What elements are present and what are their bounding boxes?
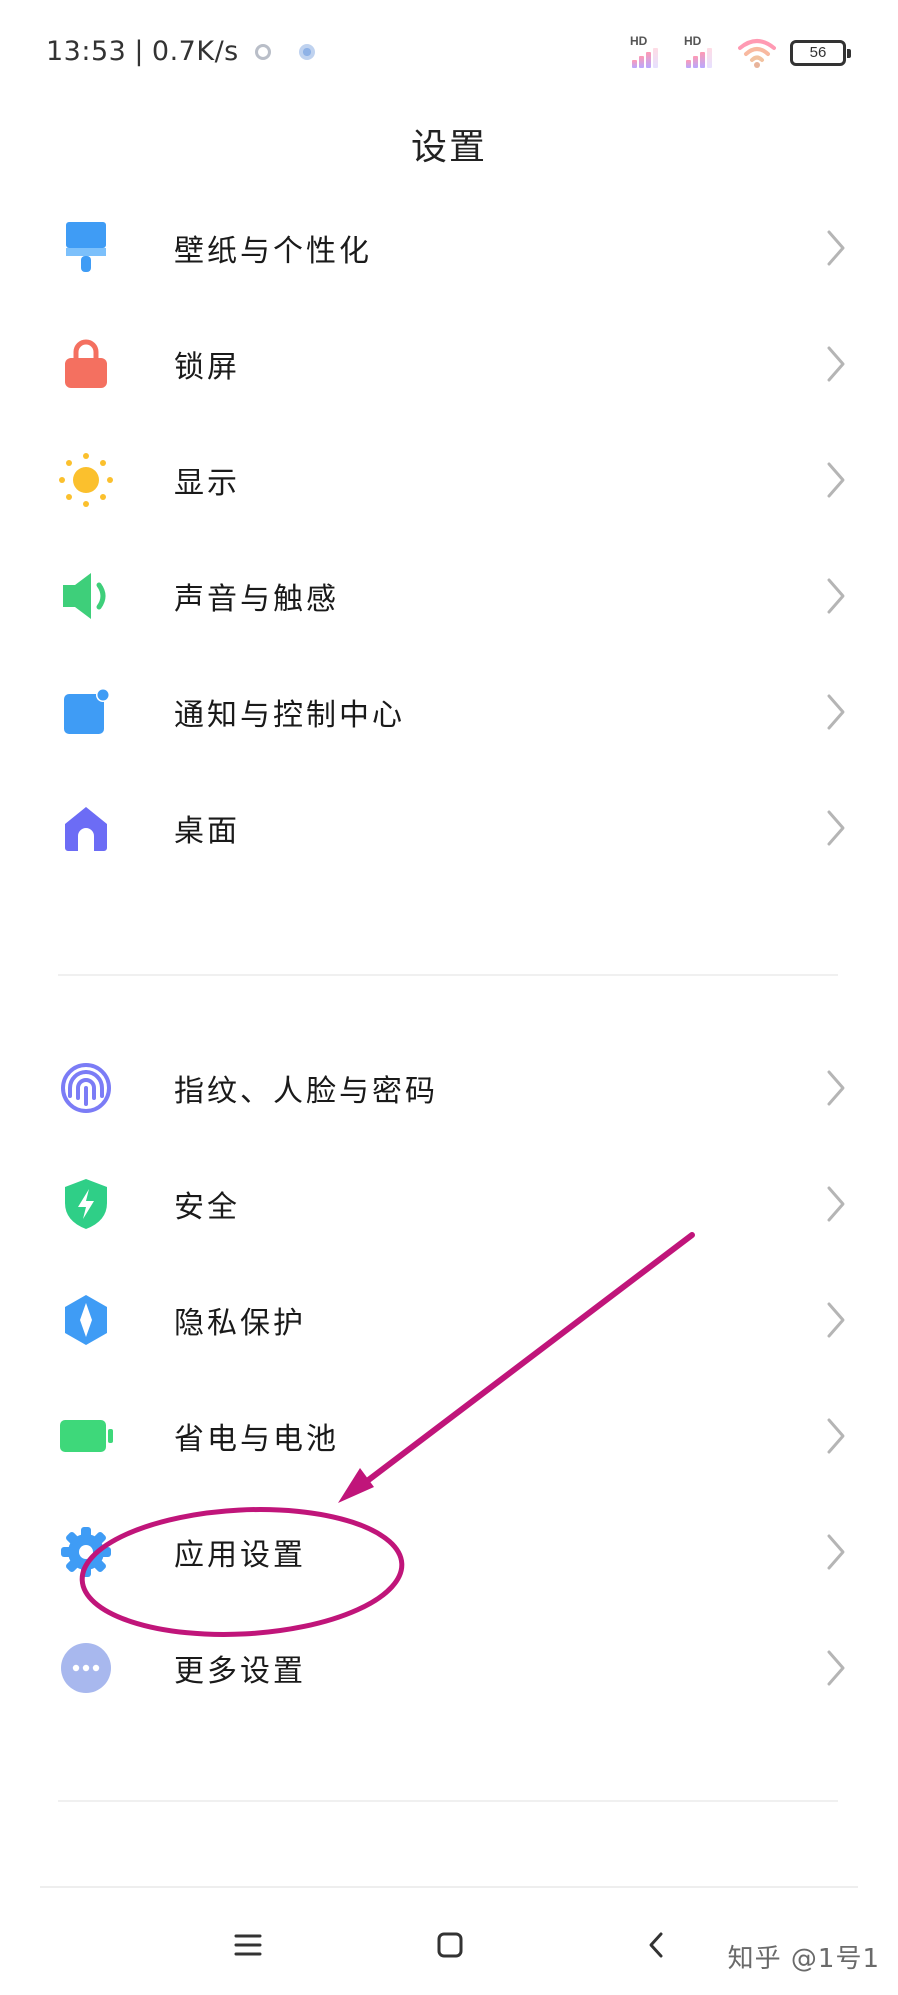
signal-sim2-icon: HD — [684, 34, 724, 70]
fingerprint-icon — [58, 1060, 114, 1116]
back-icon — [649, 1932, 663, 1958]
chevron-right-icon — [827, 1070, 845, 1106]
settings-item-more[interactable]: 更多设置 — [0, 1610, 898, 1726]
settings-item-desktop[interactable]: 桌面 — [0, 770, 898, 886]
network-speed: 0.7K/s — [151, 36, 239, 67]
chevron-right-icon — [827, 810, 845, 846]
status-time: 13:53 — [46, 36, 127, 67]
chevron-right-icon — [827, 1650, 845, 1686]
battery-icon — [58, 1408, 114, 1464]
sync-icon — [254, 43, 271, 60]
chevron-right-icon — [827, 1186, 845, 1222]
home-square-icon — [437, 1932, 463, 1958]
chevron-right-icon — [827, 462, 845, 498]
group-divider — [58, 974, 838, 976]
sim1-hd-label: HD — [630, 34, 648, 48]
lock-icon — [58, 336, 114, 392]
settings-item-label: 声音与触感 — [174, 582, 339, 617]
wallpaper-brush-icon — [58, 220, 114, 276]
page-title: 设置 — [410, 127, 487, 168]
chevron-right-icon — [827, 230, 845, 266]
status-left: 13:53 | 0.7K/s — [46, 36, 315, 67]
settings-item-display[interactable]: 显示 — [0, 422, 898, 538]
settings-item-privacy[interactable]: 隐私保护 — [0, 1262, 898, 1378]
nav-divider — [40, 1886, 858, 1888]
settings-item-label: 更多设置 — [174, 1654, 306, 1689]
chevron-right-icon — [827, 1302, 845, 1338]
sim2-hd-label: HD — [684, 34, 702, 48]
settings-item-label: 显示 — [174, 466, 240, 501]
sun-icon — [58, 452, 114, 508]
back-button[interactable] — [626, 1920, 686, 1970]
bottom-divider — [58, 1800, 838, 1802]
settings-item-notifications[interactable]: 通知与控制中心 — [0, 654, 898, 770]
settings-item-label: 指纹、人脸与密码 — [174, 1074, 438, 1109]
settings-item-wallpaper[interactable]: 壁纸与个性化 — [0, 190, 898, 306]
signal-sim1-icon: HD — [630, 34, 670, 70]
home-icon — [58, 800, 114, 856]
menu-icon — [234, 1934, 262, 1956]
settings-item-label: 壁纸与个性化 — [174, 234, 372, 269]
chevron-right-icon — [827, 694, 845, 730]
settings-item-label: 省电与电池 — [174, 1422, 339, 1457]
app-settings-gear-icon — [58, 1524, 114, 1580]
battery-level: 56 — [809, 44, 827, 61]
settings-item-sound[interactable]: 声音与触感 — [0, 538, 898, 654]
privacy-icon — [58, 1292, 114, 1348]
watermark: 知乎 @1号1 — [727, 1944, 880, 1974]
settings-item-label: 锁屏 — [174, 350, 240, 385]
settings-item-label: 通知与控制中心 — [174, 698, 405, 733]
menu-button[interactable] — [218, 1920, 278, 1970]
settings-item-label: 安全 — [174, 1190, 240, 1225]
status-right: HD HD 56 — [630, 30, 851, 70]
chevron-right-icon — [827, 1418, 845, 1454]
notification-icon — [58, 684, 114, 740]
settings-item-label: 应用设置 — [174, 1538, 306, 1573]
settings-item-label: 隐私保护 — [174, 1306, 306, 1341]
app-notification-icon — [298, 43, 315, 60]
settings-item-security[interactable]: 安全 — [0, 1146, 898, 1262]
chevron-right-icon — [827, 346, 845, 382]
settings-item-app-settings[interactable]: 应用设置 — [0, 1494, 898, 1610]
speaker-icon — [58, 568, 114, 624]
settings-item-battery[interactable]: 省电与电池 — [0, 1378, 898, 1494]
more-dots-icon — [58, 1640, 114, 1696]
settings-item-label: 桌面 — [174, 814, 240, 849]
home-button[interactable] — [420, 1920, 480, 1970]
settings-item-lockscreen[interactable]: 锁屏 — [0, 306, 898, 422]
wifi-icon — [738, 36, 776, 70]
security-shield-icon — [58, 1176, 114, 1232]
battery-indicator: 56 — [790, 40, 851, 66]
chevron-right-icon — [827, 1534, 845, 1570]
settings-item-fingerprint[interactable]: 指纹、人脸与密码 — [0, 1030, 898, 1146]
status-separator: | — [134, 36, 144, 67]
chevron-right-icon — [827, 578, 845, 614]
status-bar: 13:53 | 0.7K/s HD HD 56 — [0, 0, 898, 106]
